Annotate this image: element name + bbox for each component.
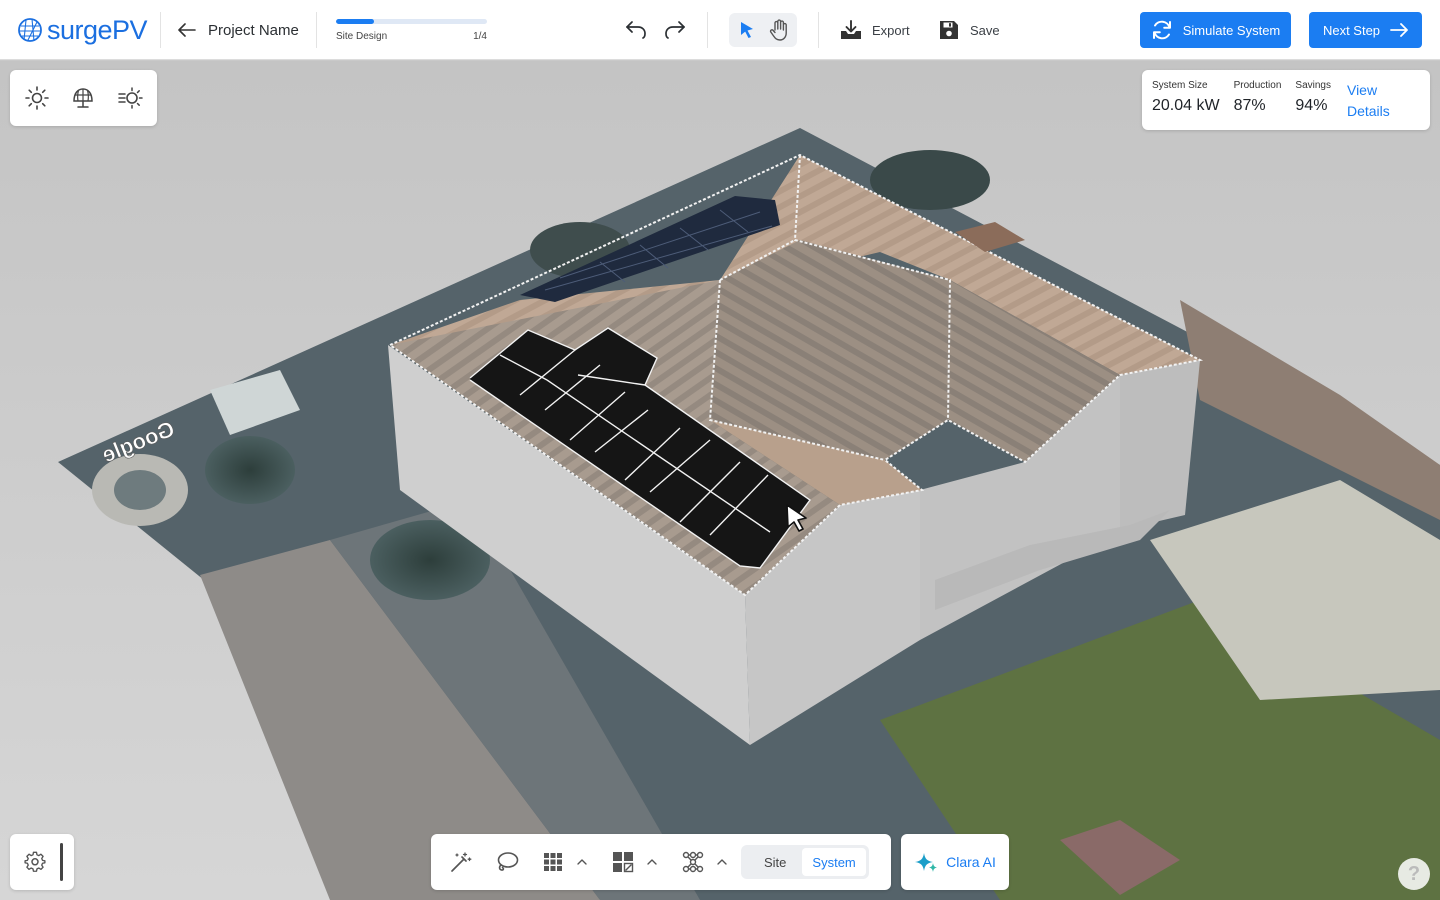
interaction-mode-group (729, 13, 797, 47)
next-step-label: Next Step (1322, 22, 1381, 38)
progress-bar-fill (336, 18, 374, 24)
next-step-button[interactable]: Next Step (1309, 12, 1422, 48)
3d-design-canvas[interactable]: Google (0, 61, 1440, 900)
floppy-disk-icon (940, 21, 958, 39)
step-progress: Site Design 1/4 (336, 0, 487, 60)
top-bar: surgePV Project Name Site Design 1/4 Exp… (0, 0, 1440, 60)
divider (818, 12, 819, 48)
progress-bar (336, 18, 487, 24)
view-details-link[interactable]: View Details (1347, 80, 1390, 122)
undo-icon (626, 21, 646, 39)
clara-ai-button[interactable]: Clara AI (901, 834, 1009, 890)
solar-panel-globe-icon (73, 88, 94, 108)
sun-path-button[interactable] (17, 78, 57, 118)
lasso-icon (497, 852, 519, 871)
refresh-icon (1152, 20, 1171, 40)
system-summary-panel: System Size 20.04 kW Production 87% Savi… (1142, 70, 1430, 130)
lasso-select-button[interactable] (489, 844, 525, 880)
redo-button[interactable] (655, 0, 695, 60)
project-name: Project Name (208, 21, 299, 39)
arrow-right-icon (1390, 23, 1408, 37)
chevron-up-icon (717, 859, 727, 865)
arrow-left-icon (178, 23, 196, 37)
simulate-label: Simulate System (1182, 22, 1281, 38)
redo-icon (665, 21, 685, 39)
chevron-up-icon (647, 859, 657, 865)
production-label: Production (1233, 80, 1282, 91)
view-details-line-1: View (1346, 82, 1378, 98)
divider (316, 12, 317, 48)
sun-icon (25, 86, 49, 110)
clara-ai-label: Clara AI (946, 854, 996, 870)
select-mode-button[interactable] (731, 15, 763, 45)
view-tools-panel (10, 70, 157, 126)
stringing-options-toggle[interactable] (711, 844, 733, 880)
divider (707, 12, 708, 48)
system-size-label: System Size (1152, 80, 1208, 91)
system-tab[interactable]: System (802, 848, 866, 876)
hand-icon (769, 19, 787, 41)
save-button[interactable]: Save (938, 0, 1000, 60)
auto-design-button[interactable] (443, 844, 479, 880)
grid-icon (544, 853, 562, 871)
shade-analysis-button[interactable] (110, 78, 150, 118)
export-button[interactable]: Export (840, 0, 910, 60)
panel-resize-handle[interactable] (60, 843, 63, 881)
production-stat: Production 87% (1234, 80, 1282, 115)
savings-value: 94% (1295, 97, 1328, 114)
magic-wand-icon (451, 852, 472, 872)
question-mark-icon: ? (1407, 862, 1421, 885)
sparkle-icon (915, 853, 938, 872)
simulate-system-button[interactable]: Simulate System (1140, 12, 1291, 48)
scene-svg: Google (0, 61, 1440, 900)
step-count: 1/4 (473, 30, 487, 42)
logo-icon (18, 18, 42, 42)
cursor-arrow-icon (741, 22, 753, 38)
panel-grid-button[interactable] (535, 844, 571, 880)
chevron-up-icon (577, 859, 587, 865)
settings-panel (10, 834, 74, 890)
obstruction-block-icon (613, 852, 634, 873)
network-nodes-icon (682, 851, 704, 873)
obstruction-tool-button[interactable] (605, 844, 641, 880)
back-to-project-button[interactable]: Project Name (178, 0, 299, 60)
sun-shade-icon (118, 87, 143, 109)
design-tools-toolbar: Site System (431, 834, 891, 890)
gear-icon (24, 851, 46, 872)
site-system-toggle: Site System (741, 845, 869, 879)
help-button[interactable]: ? (1398, 858, 1430, 890)
savings-stat: Savings 94% (1295, 80, 1331, 115)
panel-grid-options-toggle[interactable] (571, 844, 593, 880)
step-label: Site Design (336, 30, 388, 42)
logo-text: surgePV (47, 14, 148, 45)
stringing-tool-button[interactable] (675, 844, 711, 880)
settings-button[interactable] (24, 851, 46, 873)
view-details-line-2: Details (1346, 103, 1390, 119)
system-size-value: 20.04 kW (1152, 97, 1220, 114)
production-value: 87% (1233, 97, 1266, 114)
system-size-stat: System Size 20.04 kW (1152, 80, 1220, 115)
pan-mode-button[interactable] (763, 15, 795, 45)
surgepv-logo[interactable]: surgePV (17, 0, 148, 60)
obstruction-options-toggle[interactable] (641, 844, 663, 880)
undo-button[interactable] (616, 0, 656, 60)
save-label: Save (970, 22, 1000, 38)
site-tab[interactable]: Site (744, 848, 802, 876)
export-label: Export (872, 22, 910, 38)
panel-view-button[interactable] (63, 78, 103, 118)
divider (160, 12, 161, 48)
download-icon (841, 20, 861, 39)
savings-label: Savings (1295, 80, 1331, 91)
